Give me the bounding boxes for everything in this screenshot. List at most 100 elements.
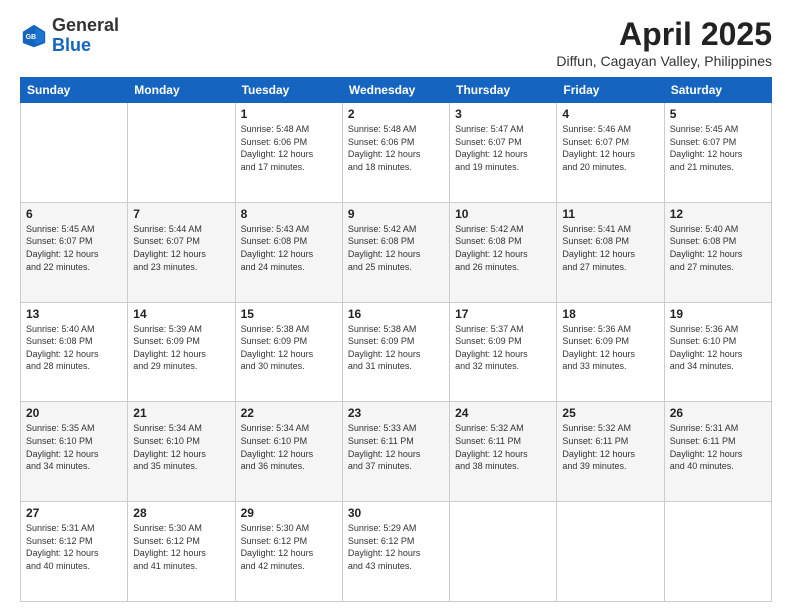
header-friday: Friday (557, 78, 664, 103)
calendar-cell: 22 Sunrise: 5:34 AMSunset: 6:10 PMDayligh… (235, 402, 342, 502)
day-number: 13 (26, 307, 122, 321)
day-detail: Sunrise: 5:40 AMSunset: 6:08 PMDaylight:… (26, 323, 122, 373)
day-number: 29 (241, 506, 337, 520)
day-number: 11 (562, 207, 658, 221)
day-detail: Sunrise: 5:45 AMSunset: 6:07 PMDaylight:… (26, 223, 122, 273)
calendar-cell: 29Sunrise: 5:30 AMSunset: 6:12 PMDayligh… (235, 502, 342, 602)
page: GB General Blue April 2025 Diffun, Cagay… (0, 0, 792, 612)
calendar-cell (21, 103, 128, 203)
day-number: 23 (348, 406, 444, 420)
calendar-week-row: 20 Sunrise: 5:35 AMSunset: 6:10 PMDayligh… (21, 402, 772, 502)
day-number: 2 (348, 107, 444, 121)
day-detail: Sunrise: 5:38 AMSunset: 6:09 PMDaylight:… (241, 323, 337, 373)
calendar-week-row: 1 Sunrise: 5:48 AMSunset: 6:06 PMDaylight… (21, 103, 772, 203)
day-detail: Sunrise: 5:39 AMSunset: 6:09 PMDaylight:… (133, 323, 229, 373)
day-detail: Sunrise: 5:38 AMSunset: 6:09 PMDaylight:… (348, 323, 444, 373)
day-number: 21 (133, 406, 229, 420)
day-detail: Sunrise: 5:31 AMSunset: 6:12 PMDaylight:… (26, 522, 122, 572)
calendar-cell: 9Sunrise: 5:42 AMSunset: 6:08 PMDaylight… (342, 202, 449, 302)
day-detail: Sunrise: 5:45 AMSunset: 6:07 PMDaylight:… (670, 123, 766, 173)
calendar-cell: 6 Sunrise: 5:45 AMSunset: 6:07 PMDaylight… (21, 202, 128, 302)
header-thursday: Thursday (450, 78, 557, 103)
day-number: 14 (133, 307, 229, 321)
svg-text:GB: GB (26, 34, 36, 41)
day-number: 9 (348, 207, 444, 221)
day-detail: Sunrise: 5:44 AMSunset: 6:07 PMDaylight:… (133, 223, 229, 273)
calendar-cell: 8 Sunrise: 5:43 AMSunset: 6:08 PMDaylight… (235, 202, 342, 302)
day-number: 18 (562, 307, 658, 321)
day-detail: Sunrise: 5:34 AMSunset: 6:10 PMDaylight:… (241, 422, 337, 472)
day-number: 26 (670, 406, 766, 420)
calendar-cell: 18 Sunrise: 5:36 AMSunset: 6:09 PMDayligh… (557, 302, 664, 402)
calendar-week-row: 6 Sunrise: 5:45 AMSunset: 6:07 PMDaylight… (21, 202, 772, 302)
day-number: 12 (670, 207, 766, 221)
calendar-header-row: Sunday Monday Tuesday Wednesday Thursday… (21, 78, 772, 103)
calendar-cell: 20 Sunrise: 5:35 AMSunset: 6:10 PMDayligh… (21, 402, 128, 502)
day-detail: Sunrise: 5:34 AMSunset: 6:10 PMDaylight:… (133, 422, 229, 472)
calendar-week-row: 13 Sunrise: 5:40 AMSunset: 6:08 PMDayligh… (21, 302, 772, 402)
calendar-cell: 1 Sunrise: 5:48 AMSunset: 6:06 PMDaylight… (235, 103, 342, 203)
header-saturday: Saturday (664, 78, 771, 103)
logo: GB General Blue (20, 16, 119, 56)
calendar-cell: 11 Sunrise: 5:41 AMSunset: 6:08 PMDayligh… (557, 202, 664, 302)
day-number: 3 (455, 107, 551, 121)
day-number: 1 (241, 107, 337, 121)
logo-blue: Blue (52, 35, 91, 55)
day-number: 5 (670, 107, 766, 121)
day-detail: Sunrise: 5:30 AMSunset: 6:12 PMDaylight:… (133, 522, 229, 572)
day-detail: Sunrise: 5:42 AMSunset: 6:08 PMDaylight:… (455, 223, 551, 273)
day-detail: Sunrise: 5:40 AMSunset: 6:08 PMDaylight:… (670, 223, 766, 273)
day-number: 20 (26, 406, 122, 420)
header: GB General Blue April 2025 Diffun, Cagay… (20, 16, 772, 69)
calendar-cell: 26 Sunrise: 5:31 AMSunset: 6:11 PMDayligh… (664, 402, 771, 502)
calendar-cell: 2 Sunrise: 5:48 AMSunset: 6:06 PMDaylight… (342, 103, 449, 203)
calendar-cell: 28 Sunrise: 5:30 AMSunset: 6:12 PMDayligh… (128, 502, 235, 602)
day-detail: Sunrise: 5:36 AMSunset: 6:09 PMDaylight:… (562, 323, 658, 373)
day-detail: Sunrise: 5:48 AMSunset: 6:06 PMDaylight:… (348, 123, 444, 173)
day-detail: Sunrise: 5:41 AMSunset: 6:08 PMDaylight:… (562, 223, 658, 273)
calendar-cell: 4 Sunrise: 5:46 AMSunset: 6:07 PMDaylight… (557, 103, 664, 203)
calendar-cell: 5 Sunrise: 5:45 AMSunset: 6:07 PMDaylight… (664, 103, 771, 203)
day-number: 8 (241, 207, 337, 221)
calendar-cell: 27Sunrise: 5:31 AMSunset: 6:12 PMDayligh… (21, 502, 128, 602)
day-number: 24 (455, 406, 551, 420)
day-number: 6 (26, 207, 122, 221)
calendar-cell (450, 502, 557, 602)
day-number: 17 (455, 307, 551, 321)
logo-icon: GB (20, 22, 48, 50)
day-detail: Sunrise: 5:32 AMSunset: 6:11 PMDaylight:… (455, 422, 551, 472)
calendar-cell: 14 Sunrise: 5:39 AMSunset: 6:09 PMDayligh… (128, 302, 235, 402)
day-number: 19 (670, 307, 766, 321)
day-number: 15 (241, 307, 337, 321)
calendar-cell: 17 Sunrise: 5:37 AMSunset: 6:09 PMDayligh… (450, 302, 557, 402)
day-number: 28 (133, 506, 229, 520)
logo-general: General (52, 15, 119, 35)
calendar-cell: 19Sunrise: 5:36 AMSunset: 6:10 PMDayligh… (664, 302, 771, 402)
calendar-cell: 16Sunrise: 5:38 AMSunset: 6:09 PMDayligh… (342, 302, 449, 402)
day-detail: Sunrise: 5:35 AMSunset: 6:10 PMDaylight:… (26, 422, 122, 472)
day-detail: Sunrise: 5:46 AMSunset: 6:07 PMDaylight:… (562, 123, 658, 173)
calendar-cell: 7Sunrise: 5:44 AMSunset: 6:07 PMDaylight… (128, 202, 235, 302)
day-number: 30 (348, 506, 444, 520)
calendar-cell: 3 Sunrise: 5:47 AMSunset: 6:07 PMDaylight… (450, 103, 557, 203)
day-detail: Sunrise: 5:37 AMSunset: 6:09 PMDaylight:… (455, 323, 551, 373)
location: Diffun, Cagayan Valley, Philippines (556, 53, 772, 69)
day-number: 4 (562, 107, 658, 121)
day-detail: Sunrise: 5:47 AMSunset: 6:07 PMDaylight:… (455, 123, 551, 173)
logo-text: General Blue (52, 16, 119, 56)
header-sunday: Sunday (21, 78, 128, 103)
day-detail: Sunrise: 5:32 AMSunset: 6:11 PMDaylight:… (562, 422, 658, 472)
day-detail: Sunrise: 5:31 AMSunset: 6:11 PMDaylight:… (670, 422, 766, 472)
calendar-cell: 23 Sunrise: 5:33 AMSunset: 6:11 PMDayligh… (342, 402, 449, 502)
calendar-cell (664, 502, 771, 602)
calendar-week-row: 27Sunrise: 5:31 AMSunset: 6:12 PMDayligh… (21, 502, 772, 602)
day-detail: Sunrise: 5:48 AMSunset: 6:06 PMDaylight:… (241, 123, 337, 173)
calendar-cell: 21 Sunrise: 5:34 AMSunset: 6:10 PMDayligh… (128, 402, 235, 502)
header-monday: Monday (128, 78, 235, 103)
day-detail: Sunrise: 5:43 AMSunset: 6:08 PMDaylight:… (241, 223, 337, 273)
day-detail: Sunrise: 5:33 AMSunset: 6:11 PMDaylight:… (348, 422, 444, 472)
header-wednesday: Wednesday (342, 78, 449, 103)
calendar-cell: 10Sunrise: 5:42 AMSunset: 6:08 PMDayligh… (450, 202, 557, 302)
day-number: 22 (241, 406, 337, 420)
calendar-cell: 24 Sunrise: 5:32 AMSunset: 6:11 PMDayligh… (450, 402, 557, 502)
